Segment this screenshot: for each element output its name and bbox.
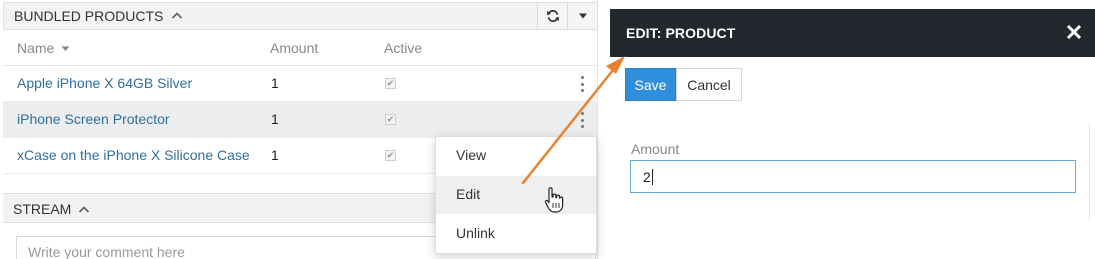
cancel-button[interactable]: Cancel <box>676 68 742 101</box>
text-cursor <box>651 169 653 186</box>
name-column-header[interactable]: Name <box>17 40 70 56</box>
checkbox-icon: ✔ <box>385 78 396 89</box>
panel-dropdown-button[interactable] <box>567 3 597 29</box>
amount-value: 2 <box>643 169 651 185</box>
chevron-up-icon <box>172 12 183 19</box>
refresh-icon <box>546 9 559 23</box>
edit-dialog-header: EDIT: PRODUCT <box>610 9 1095 57</box>
table-row: iPhone Screen Protector 1 ✔ <box>3 102 597 138</box>
kebab-icon[interactable] <box>577 76 587 92</box>
comment-placeholder: Write your comment here <box>28 244 185 259</box>
save-button[interactable]: Save <box>625 68 676 101</box>
amount-cell: 1 <box>271 111 279 127</box>
product-link[interactable]: iPhone Screen Protector <box>17 111 170 127</box>
menu-item-edit[interactable]: Edit <box>436 176 596 214</box>
amount-input[interactable]: 2 <box>630 160 1076 193</box>
menu-item-view[interactable]: View <box>436 137 596 175</box>
refresh-button[interactable] <box>537 3 567 29</box>
menu-item-unlink[interactable]: Unlink <box>436 215 596 253</box>
row-context-menu: View Edit Unlink <box>435 136 597 254</box>
bundled-products-title[interactable]: BUNDLED PRODUCTS <box>14 8 183 24</box>
amount-column-header: Amount <box>270 40 319 56</box>
table-row: Apple iPhone X 64GB Silver 1 ✔ <box>3 66 597 102</box>
amount-cell: 1 <box>271 147 279 163</box>
divider <box>1089 124 1090 220</box>
amount-label: Amount <box>631 141 680 157</box>
sort-caret-icon <box>61 46 70 52</box>
product-link[interactable]: Apple iPhone X 64GB Silver <box>17 75 192 91</box>
amount-cell: 1 <box>271 75 279 91</box>
table-header: Name Amount Active <box>3 31 597 66</box>
checkbox-icon: ✔ <box>385 114 396 125</box>
caret-down-icon <box>578 13 587 19</box>
close-icon[interactable] <box>1063 21 1085 43</box>
bundled-products-header: BUNDLED PRODUCTS <box>3 2 597 30</box>
kebab-icon[interactable] <box>577 112 587 128</box>
edit-dialog-title: EDIT: PRODUCT <box>626 25 736 41</box>
product-link[interactable]: xCase on the iPhone X Silicone Case <box>17 147 250 163</box>
checkbox-icon: ✔ <box>385 150 396 161</box>
stream-title[interactable]: STREAM <box>13 201 90 217</box>
bundled-products-panel: BUNDLED PRODUCTS Name Amount Active Appl… <box>0 0 598 259</box>
active-column-header: Active <box>384 40 423 56</box>
chevron-up-icon <box>79 206 90 213</box>
